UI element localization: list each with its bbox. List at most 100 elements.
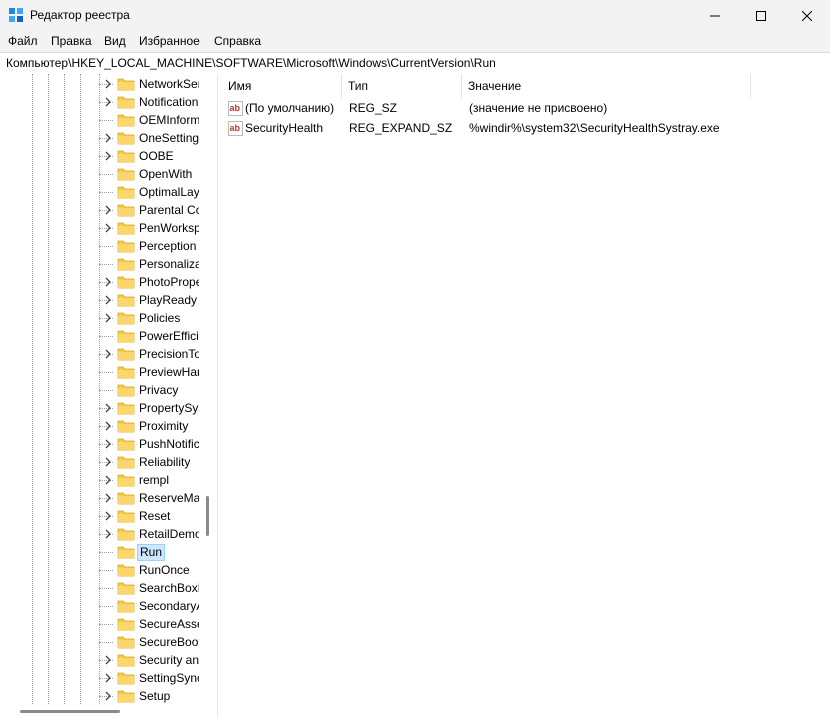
value-data: (значение не присвоено) [469,101,608,115]
tree-item-label: PenWorksp [139,221,201,235]
folder-icon [117,132,135,145]
tree-item[interactable]: OOBE [0,147,200,165]
menu-help[interactable]: Справка [214,34,261,48]
column-header-type[interactable]: Тип [342,74,462,98]
registry-tree[interactable]: NetworkSer Notification OEMInform OneSettin… [0,74,217,717]
address-bar[interactable]: Компьютер\HKEY_LOCAL_MACHINE\SOFTWARE\Mi… [0,52,830,75]
title-bar: Редактор реестра [0,0,830,32]
chevron-right-icon[interactable] [103,150,113,162]
tree-item[interactable]: SecureAsse [0,615,201,633]
tree-item[interactable]: PlayReady [0,291,200,309]
tree-item-label: PrecisionTo [139,347,201,361]
tree-item[interactable]: SecondaryA [0,597,201,615]
tree-hscroll-thumb[interactable] [20,710,120,713]
values-list[interactable]: Имя Тип Значение ab (По умолчанию) REG_SZ (… [222,74,830,717]
close-button[interactable] [784,0,830,32]
tree-item[interactable]: OptimalLay [0,183,200,201]
tree-item[interactable]: PropertySys [0,399,201,417]
value-data: %windir%\system32\SecurityHealthSystray.… [469,121,720,135]
tree-item[interactable]: Security an [0,651,200,669]
folder-icon [117,150,135,163]
chevron-right-icon[interactable] [103,438,113,450]
chevron-right-icon[interactable] [103,312,113,324]
tree-item[interactable]: SettingSync [0,669,201,687]
folder-icon [117,78,135,91]
tree-item[interactable]: rempl [0,471,200,489]
chevron-right-icon[interactable] [103,690,113,702]
chevron-right-icon[interactable] [103,456,113,468]
chevron-right-icon[interactable] [103,78,113,90]
chevron-right-icon[interactable] [103,276,113,288]
tree-item[interactable]: PreviewHan [0,363,201,381]
tree-item-label: Security an [139,653,200,667]
tree-item-label: OEMInform [139,113,201,127]
maximize-icon [756,11,766,21]
tree-item-label: Policies [139,311,181,325]
tree-item-label: Parental Co [139,203,201,217]
tree-item[interactable]: PrecisionTo [0,345,201,363]
tree-item[interactable]: Run [0,543,200,561]
tree-item[interactable]: Perception [0,237,200,255]
tree-item[interactable]: SecureBoot [0,633,201,651]
folder-icon [117,186,135,199]
tree-item[interactable]: OneSetting [0,129,200,147]
tree-item-label: SearchBoxE [139,581,201,595]
tree-item[interactable]: RetailDemo [0,525,201,543]
chevron-right-icon[interactable] [103,348,113,360]
tree-item[interactable]: Proximity [0,417,200,435]
tree-item[interactable]: OEMInform [0,111,200,129]
menu-view[interactable]: Вид [104,34,126,48]
chevron-right-icon[interactable] [103,294,113,306]
tree-item[interactable]: Privacy [0,381,200,399]
column-header-data[interactable]: Значение [462,74,751,98]
chevron-right-icon[interactable] [103,132,113,144]
value-name: (По умолчанию) [245,101,335,115]
chevron-right-icon[interactable] [103,528,113,540]
menu-edit[interactable]: Правка [51,34,92,48]
tree-item[interactable]: Personaliza [0,255,201,273]
folder-icon [117,384,135,397]
chevron-right-icon[interactable] [103,204,113,216]
tree-item[interactable]: Setup [0,687,200,705]
tree-item[interactable]: NetworkSer [0,75,201,93]
tree-item[interactable]: ReserveMar [0,489,201,507]
chevron-right-icon[interactable] [103,474,113,486]
folder-icon [117,276,135,289]
tree-scroll-thumb[interactable] [206,496,209,536]
tree-item-label: RetailDemo [139,527,201,541]
tree-vertical-scrollbar[interactable] [199,74,217,704]
chevron-right-icon[interactable] [103,510,113,522]
tree-item[interactable]: RunOnce [0,561,200,579]
tree-item[interactable]: Policies [0,309,200,327]
tree-item[interactable]: PhotoPrope [0,273,201,291]
tree-item[interactable]: PenWorksp [0,219,201,237]
folder-icon [117,456,135,469]
maximize-button[interactable] [738,0,784,32]
tree-item[interactable]: Reliability [0,453,200,471]
column-header-name[interactable]: Имя [222,74,342,98]
tree-item[interactable]: PushNotific [0,435,200,453]
tree-item-label: OptimalLay [139,185,200,199]
tree-item-label: PlayReady [139,293,198,307]
folder-icon [117,366,135,379]
tree-item[interactable]: Reset [0,507,200,525]
tree-item[interactable]: Parental Co [0,201,201,219]
tree-item[interactable]: OpenWith [0,165,200,183]
minimize-button[interactable] [692,0,738,32]
chevron-right-icon[interactable] [103,222,113,234]
menu-file[interactable]: Файл [8,34,38,48]
chevron-right-icon[interactable] [103,420,113,432]
value-row[interactable]: ab (По умолчанию) REG_SZ (значение не присв… [222,98,830,118]
chevron-right-icon[interactable] [103,654,113,666]
tree-item[interactable]: Notification [0,93,200,111]
chevron-right-icon[interactable] [103,672,113,684]
value-row[interactable]: ab SecurityHealth REG_EXPAND_SZ %windir%\sy… [222,118,830,138]
chevron-right-icon[interactable] [103,492,113,504]
chevron-right-icon[interactable] [103,96,113,108]
folder-icon [117,114,135,127]
value-type: REG_EXPAND_SZ [349,121,453,135]
tree-item[interactable]: PowerEffici [0,327,200,345]
menu-favorites[interactable]: Избранное [139,34,200,48]
chevron-right-icon[interactable] [103,402,113,414]
tree-item[interactable]: SearchBoxE [0,579,201,597]
